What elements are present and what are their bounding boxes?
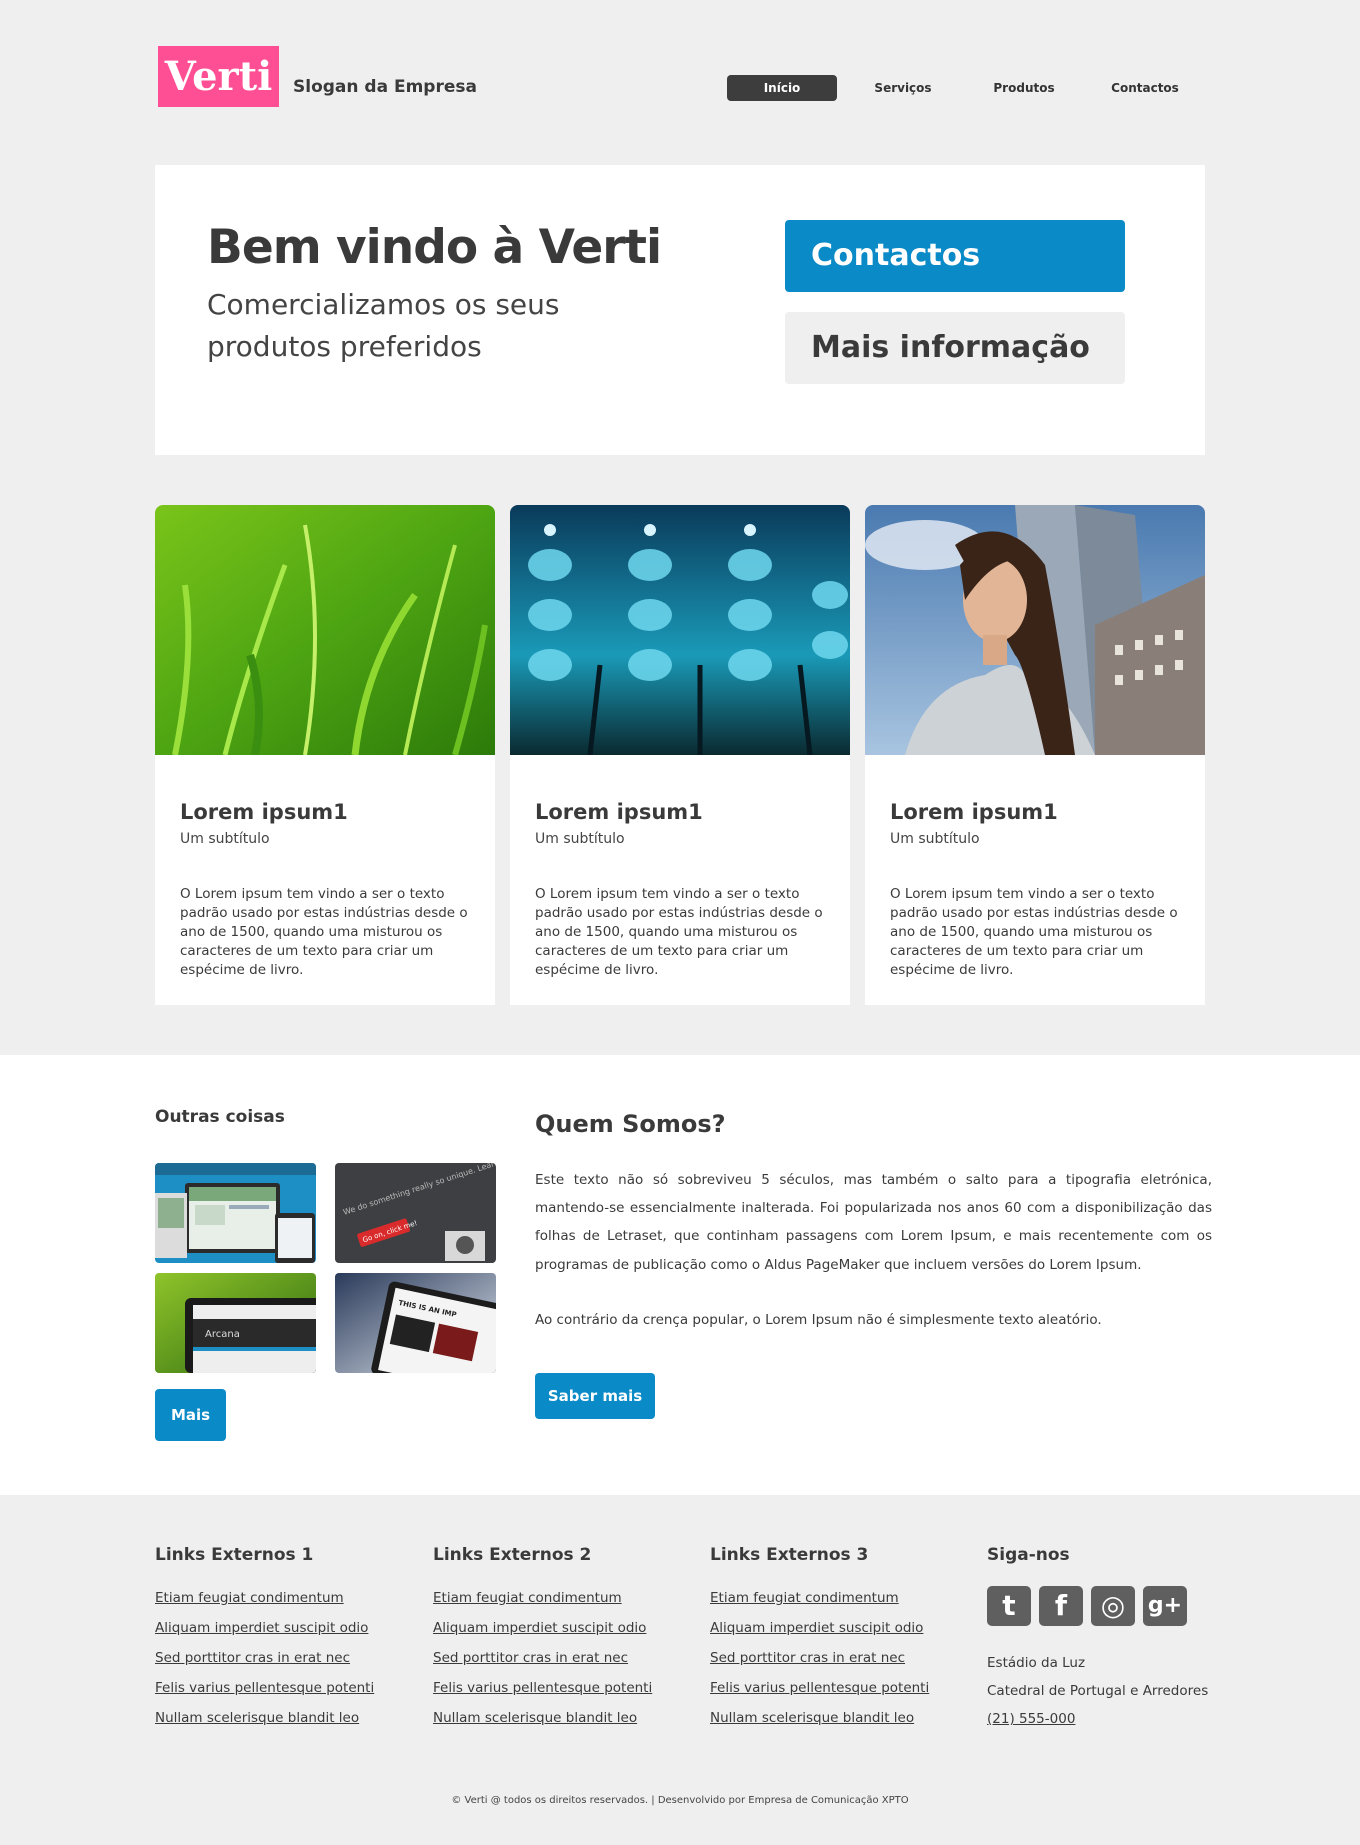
bulbs-image [510, 505, 850, 755]
site-header: Verti Slogan da Empresa Início Serviços … [0, 0, 1360, 165]
dark-website-screenshot-image: We do something really so unique. Learn … [335, 1163, 496, 1263]
nav-item-produtos[interactable]: Produtos [969, 75, 1079, 101]
footer-link[interactable]: Sed porttitor cras in erat nec [155, 1647, 405, 1675]
contact-address: Estádio da Luz Catedral de Portugal e Ar… [987, 1649, 1208, 1733]
card-title: Lorem ipsum1 [535, 800, 703, 824]
footer-follow-column: Siga-nos [987, 1545, 1237, 1585]
quem-somos-paragraph-1: Este texto não só sobreviveu 5 séculos, … [535, 1172, 1212, 1273]
feature-card-1: Lorem ipsum1 Um subtítulo O Lorem ipsum … [155, 505, 495, 1005]
card-subtitle: Um subtítulo [180, 831, 270, 847]
siga-nos-title: Siga-nos [987, 1545, 1070, 1565]
nav-item-contactos[interactable]: Contactos [1090, 75, 1200, 101]
company-slogan: Slogan da Empresa [293, 77, 477, 97]
card-title: Lorem ipsum1 [180, 800, 348, 824]
quem-somos-paragraph-2: Ao contrário da crença popular, o Lorem … [535, 1312, 1102, 1328]
feature-card-3: Lorem ipsum1 Um subtítulo O Lorem ipsum … [865, 505, 1205, 1005]
feature-card-2: Lorem ipsum1 Um subtítulo O Lorem ipsum … [510, 505, 850, 1005]
footer-link[interactable]: Etiam feugiat condimentum [433, 1587, 683, 1615]
dribbble-icon[interactable]: ◎ [1091, 1586, 1135, 1626]
phone-link[interactable]: (21) 555-000 [987, 1711, 1075, 1727]
footer-link[interactable]: Nullam scelerisque blandit leo [433, 1707, 683, 1735]
card-text: O Lorem ipsum tem vindo a ser o texto pa… [535, 886, 823, 978]
thumbnail-1[interactable] [155, 1163, 316, 1263]
footer-link[interactable]: Aliquam imperdiet suscipit odio [710, 1617, 960, 1645]
twitter-icon[interactable]: t [987, 1586, 1031, 1626]
devices-screenshot-image [155, 1163, 316, 1263]
footer-link[interactable]: Felis varius pellentesque potenti [155, 1677, 405, 1705]
hero-section: Bem vindo à Verti Comercializamos os seu… [155, 165, 1205, 455]
quem-somos-title: Quem Somos? [535, 1110, 726, 1138]
footer-link[interactable]: Sed porttitor cras in erat nec [710, 1647, 960, 1675]
thumbnail-2[interactable]: We do something really so unique. Learn … [335, 1163, 496, 1263]
footer-links-column-2: Links Externos 2 Etiam feugiat condiment… [433, 1545, 683, 1735]
hero-title: Bem vindo à Verti [207, 220, 662, 275]
tablet-screenshot-image: THIS IS AN IMP [335, 1273, 496, 1373]
google-plus-icon[interactable]: g+ [1143, 1586, 1187, 1626]
footer-link[interactable]: Etiam feugiat condimentum [155, 1587, 405, 1615]
footer-link[interactable]: Aliquam imperdiet suscipit odio [155, 1617, 405, 1645]
copyright-text: © Verti @ todos os direitos reservados. … [451, 1795, 909, 1806]
saber-mais-button[interactable]: Saber mais [535, 1373, 655, 1419]
thumbnail-3[interactable]: Arcana [155, 1273, 316, 1373]
contactos-button[interactable]: Contactos [785, 220, 1125, 292]
logo[interactable]: Verti [158, 46, 279, 107]
nav-item-servicos[interactable]: Serviços [848, 75, 958, 101]
footer-column-title: Links Externos 2 [433, 1545, 592, 1565]
card-title: Lorem ipsum1 [890, 800, 1058, 824]
card-text: O Lorem ipsum tem vindo a ser o texto pa… [890, 886, 1178, 978]
thumbnail-4[interactable]: THIS IS AN IMP [335, 1273, 496, 1373]
about-section: Outras coisas We do something really so … [0, 1055, 1360, 1495]
woman-image [865, 505, 1205, 755]
mais-informacao-button[interactable]: Mais informação [785, 312, 1125, 384]
footer-column-title: Links Externos 1 [155, 1545, 314, 1565]
footer-link[interactable]: Etiam feugiat condimentum [710, 1587, 960, 1615]
hero-subtitle-line1: Comercializamos os seus [207, 288, 560, 321]
address-line-1: Estádio da Luz [987, 1655, 1086, 1671]
footer-links-column-1: Links Externos 1 Etiam feugiat condiment… [155, 1545, 405, 1735]
thumbnail-3-caption: Arcana [205, 1329, 240, 1340]
hero-subtitle-line2: produtos preferidos [207, 330, 482, 363]
footer-link[interactable]: Felis varius pellentesque potenti [433, 1677, 683, 1705]
card-text: O Lorem ipsum tem vindo a ser o texto pa… [180, 886, 468, 978]
nav-item-inicio[interactable]: Início [727, 75, 837, 101]
card-subtitle: Um subtítulo [890, 831, 980, 847]
footer-link[interactable]: Nullam scelerisque blandit leo [155, 1707, 405, 1735]
footer-link[interactable]: Aliquam imperdiet suscipit odio [433, 1617, 683, 1645]
card-subtitle: Um subtítulo [535, 831, 625, 847]
outras-coisas-title: Outras coisas [155, 1107, 285, 1127]
footer-link[interactable]: Nullam scelerisque blandit leo [710, 1707, 960, 1735]
footer-link[interactable]: Sed porttitor cras in erat nec [433, 1647, 683, 1675]
mais-button[interactable]: Mais [155, 1389, 226, 1441]
grass-image [155, 505, 495, 755]
arcana-screenshot-image: Arcana [155, 1273, 316, 1373]
footer-link[interactable]: Felis varius pellentesque potenti [710, 1677, 960, 1705]
footer-column-title: Links Externos 3 [710, 1545, 869, 1565]
hero-subtitle: Comercializamos os seus produtos preferi… [207, 284, 627, 368]
address-line-2: Catedral de Portugal e Arredores [987, 1683, 1209, 1699]
facebook-icon[interactable]: f [1039, 1586, 1083, 1626]
footer-links-column-3: Links Externos 3 Etiam feugiat condiment… [710, 1545, 960, 1735]
